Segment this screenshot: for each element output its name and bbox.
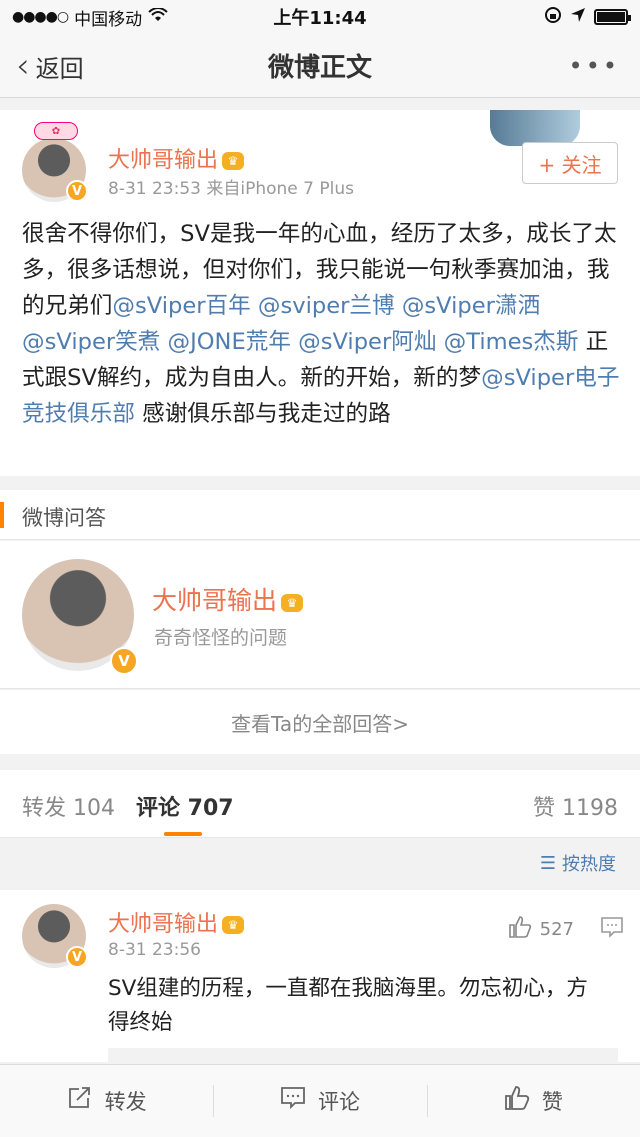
comment-time: 8-31 23:56 [108,940,201,960]
status-right [544,6,631,29]
comment-label: 评论 [317,1090,360,1114]
more-icon[interactable]: ••• [569,34,620,98]
bottom-toolbar: 转发 评论 赞 [0,1064,640,1137]
status-time: 上午11:44 [273,8,367,29]
comment-icon [280,1086,306,1116]
sort-icon: ☰ [539,852,556,874]
rotation-lock-icon [544,6,562,29]
like-label: 赞 [541,1090,563,1114]
back-button[interactable]: ‹ 返回 [16,34,84,98]
post-card: ✿ V 大帅哥输出 ♛ 8-31 23:53 来自iPhone 7 Plus + … [0,110,640,476]
signal-icon: ●●●●○ [12,9,69,25]
section-accent [0,502,4,528]
page-title: 微博正文 [267,53,372,83]
wifi-icon [148,7,168,27]
qa-author: 大帅哥输出 ♛ [152,581,304,617]
chevron-left-icon: ‹ [16,46,30,86]
comment-author[interactable]: 大帅哥输出 ♛ [108,906,245,938]
follow-button[interactable]: + 关注 [522,142,618,184]
location-icon [570,7,586,28]
post-author[interactable]: 大帅哥输出 ♛ [108,142,245,174]
post-text-part: 感谢俱乐部与我走过的路 [134,401,391,427]
like-button[interactable]: 赞 [426,1065,640,1137]
mention-link[interactable]: @sViper百年 [112,293,250,319]
battery-icon [594,9,631,25]
avatar-sticker: ✿ [34,122,78,140]
carrier-label: 中国移动 [74,9,143,30]
vip-crown-icon: ♛ [222,152,245,170]
qa-section-title: 微博问答 [22,506,106,530]
comment-item: V 大帅哥输出 ♛ 8-31 23:56 527 SV组建的历程，一直都在我脑海里… [0,890,640,1068]
vip-crown-icon: ♛ [281,594,304,612]
sort-by-hot-button[interactable]: 按热度 [562,850,616,876]
verified-badge-icon: V [66,946,88,968]
mention-link[interactable]: @sViper阿灿 [298,329,436,355]
status-bar: ●●●●○ 中国移动 上午11:44 [0,0,640,34]
comment-author-name: 大帅哥输出 [108,912,219,937]
interaction-tabs: 转发 104 评论 707 赞 1198 [0,770,640,838]
vip-crown-icon: ♛ [222,916,245,934]
view-all-answers-link[interactable]: 查看Ta的全部回答> [0,690,640,754]
qa-section-header: 微博问答 [0,490,640,540]
thumbs-up-icon [508,916,532,943]
post-author-name: 大帅哥输出 [108,148,219,173]
qa-subtitle: 奇奇怪怪的问题 [154,627,288,649]
share-icon [67,1086,93,1116]
qa-author-name: 大帅哥输出 [152,586,278,615]
thumbs-up-icon [504,1086,530,1116]
tab-like[interactable]: 赞 1198 [533,790,618,822]
post-text: 很舍不得你们，SV是我一年的心血，经历了太多，成长了太多，很多话想说，但对你们，… [22,216,622,432]
verified-badge-icon: V [66,180,88,202]
tab-comment[interactable]: 评论 707 [136,790,234,822]
sort-bar: ☰ 按热度 [0,838,640,888]
back-label: 返回 [35,54,84,83]
comment-button[interactable]: 评论 [213,1065,426,1137]
mention-link[interactable]: @sViper潇洒 [402,293,540,319]
qa-card[interactable]: V 大帅哥输出 ♛ 奇奇怪怪的问题 [0,541,640,689]
repost-label: 转发 [104,1090,147,1114]
comment-like-count: 527 [539,919,574,940]
repost-button[interactable]: 转发 [0,1065,213,1137]
mention-link[interactable]: @sViper笑煮 [22,329,160,355]
active-tab-indicator [164,832,202,836]
reply-icon[interactable] [600,916,624,943]
post-meta: 8-31 23:53 来自iPhone 7 Plus [108,179,354,199]
decoration-banner [490,110,580,146]
mention-link[interactable]: @Times杰斯 [444,329,579,355]
comment-like-button[interactable]: 527 [508,916,574,943]
verified-badge-icon: V [110,647,138,675]
mention-link[interactable]: @sviper兰博 [258,293,395,319]
nav-bar: ‹ 返回 微博正文 ••• [0,34,640,98]
comment-text: SV组建的历程，一直都在我脑海里。勿忘初心，方得终始 [108,976,588,1035]
mention-link[interactable]: @JONE荒年 [168,329,291,355]
status-left: ●●●●○ 中国移动 [12,5,168,30]
tab-repost[interactable]: 转发 104 [22,790,115,822]
